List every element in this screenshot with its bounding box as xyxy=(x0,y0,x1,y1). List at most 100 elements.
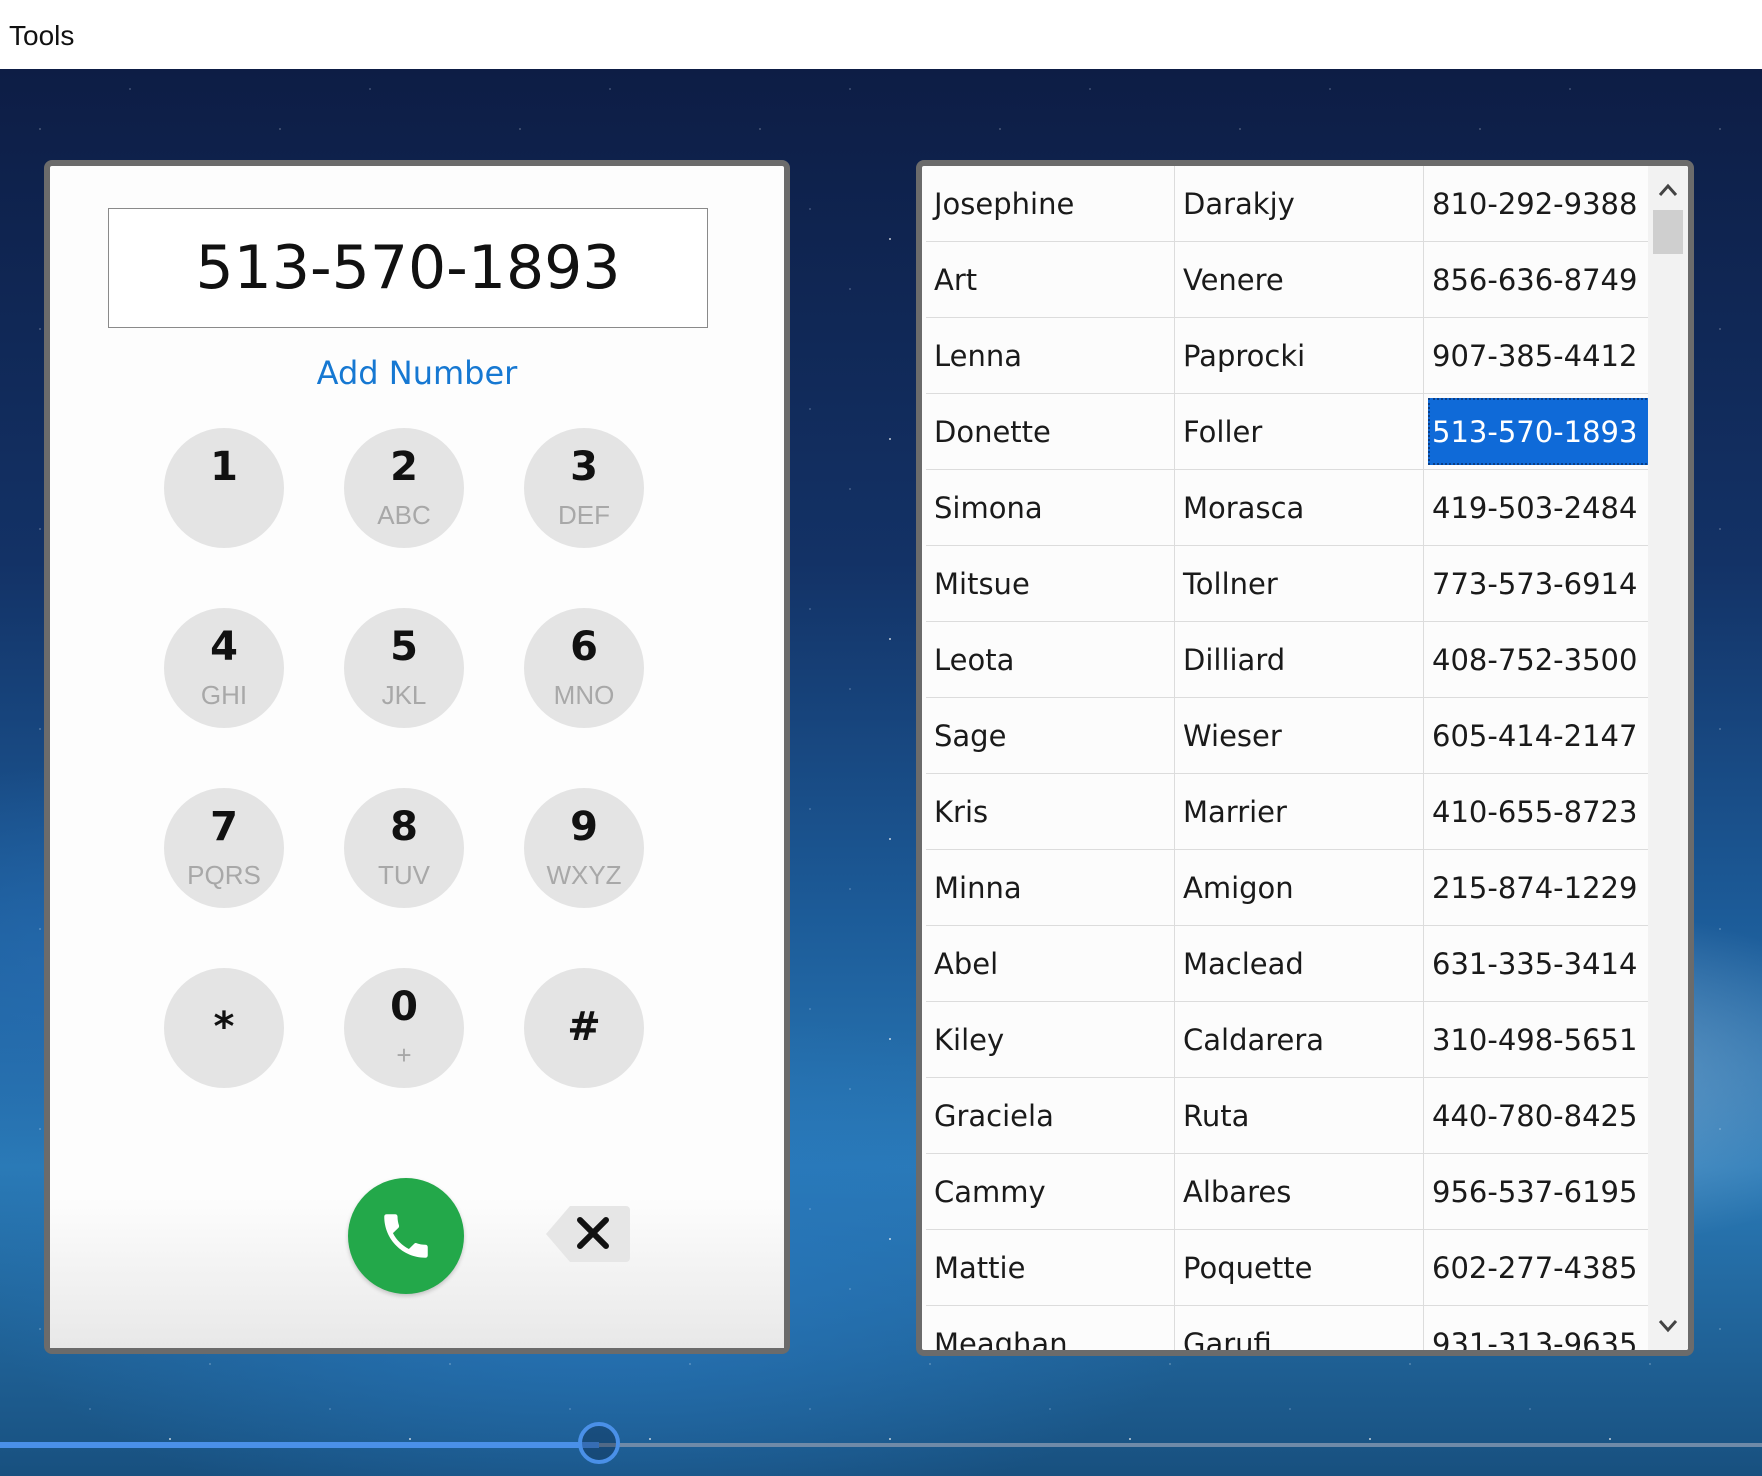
first-name-cell[interactable]: Josephine xyxy=(926,166,1175,241)
first-name-cell[interactable]: Meaghan xyxy=(926,1306,1175,1356)
vertical-scrollbar[interactable] xyxy=(1648,166,1688,1350)
backspace-button[interactable] xyxy=(544,1204,632,1264)
backspace-icon xyxy=(546,1206,630,1262)
last-name-cell[interactable]: Ruta xyxy=(1175,1078,1424,1153)
phone-cell[interactable]: 410-655-8723 xyxy=(1424,774,1651,849)
last-name-cell[interactable]: Marrier xyxy=(1175,774,1424,849)
last-name-cell[interactable]: Maclead xyxy=(1175,926,1424,1001)
key-4[interactable]: 4 GHI xyxy=(164,608,284,728)
key-0[interactable]: 0 + xyxy=(344,968,464,1088)
last-name-cell-text: Morasca xyxy=(1183,490,1305,525)
last-name-cell[interactable]: Amigon xyxy=(1175,850,1424,925)
phone-cell[interactable]: 440-780-8425 xyxy=(1424,1078,1651,1153)
key-5[interactable]: 5 JKL xyxy=(344,608,464,728)
first-name-cell[interactable]: Mattie xyxy=(926,1230,1175,1305)
key-2[interactable]: 2 ABC xyxy=(344,428,464,548)
first-name-cell[interactable]: Graciela xyxy=(926,1078,1175,1153)
first-name-cell[interactable]: Art xyxy=(926,242,1175,317)
first-name-cell[interactable]: Abel xyxy=(926,926,1175,1001)
first-name-cell[interactable]: Leota xyxy=(926,622,1175,697)
key-1[interactable]: 1 xyxy=(164,428,284,548)
table-row[interactable]: Josephine Darakjy 810-292-9388 xyxy=(926,166,1651,242)
table-row[interactable]: Meaghan Garufi 931-313-9635 xyxy=(926,1306,1651,1356)
first-name-cell[interactable]: Cammy xyxy=(926,1154,1175,1229)
scroll-thumb[interactable] xyxy=(1653,210,1683,254)
phone-cell[interactable]: 605-414-2147 xyxy=(1424,698,1651,773)
slider-thumb[interactable] xyxy=(578,1422,620,1464)
key-6[interactable]: 6 MNO xyxy=(524,608,644,728)
first-name-cell[interactable]: Simona xyxy=(926,470,1175,545)
add-number-link[interactable]: Add Number xyxy=(50,354,784,392)
key-digit: 7 xyxy=(210,804,238,850)
key-hash[interactable]: # xyxy=(524,968,644,1088)
phone-cell[interactable]: 310-498-5651 xyxy=(1424,1002,1651,1077)
last-name-cell[interactable]: Darakjy xyxy=(1175,166,1424,241)
first-name-cell-text: Josephine xyxy=(934,186,1075,221)
table-row[interactable]: Donette Foller 513-570-1893 xyxy=(926,394,1651,470)
key-letters: TUV xyxy=(378,860,430,890)
key-star[interactable]: * xyxy=(164,968,284,1088)
table-row[interactable]: Leota Dilliard 408-752-3500 xyxy=(926,622,1651,698)
key-9[interactable]: 9 WXYZ xyxy=(524,788,644,908)
table-row[interactable]: Minna Amigon 215-874-1229 xyxy=(926,850,1651,926)
last-name-cell[interactable]: Dilliard xyxy=(1175,622,1424,697)
table-row[interactable]: Mattie Poquette 602-277-4385 xyxy=(926,1230,1651,1306)
last-name-cell[interactable]: Poquette xyxy=(1175,1230,1424,1305)
last-name-cell-text: Albares xyxy=(1183,1174,1292,1209)
table-row[interactable]: Art Venere 856-636-8749 xyxy=(926,242,1651,318)
phone-icon xyxy=(384,1214,428,1258)
phone-cell[interactable]: 856-636-8749 xyxy=(1424,242,1651,317)
last-name-cell[interactable]: Morasca xyxy=(1175,470,1424,545)
table-row[interactable]: Cammy Albares 956-537-6195 xyxy=(926,1154,1651,1230)
table-row[interactable]: Kris Marrier 410-655-8723 xyxy=(926,774,1651,850)
first-name-cell[interactable]: Minna xyxy=(926,850,1175,925)
phone-cell[interactable]: 408-752-3500 xyxy=(1424,622,1651,697)
key-7[interactable]: 7 PQRS xyxy=(164,788,284,908)
last-name-cell[interactable]: Garufi xyxy=(1175,1306,1424,1350)
table-row[interactable]: Graciela Ruta 440-780-8425 xyxy=(926,1078,1651,1154)
menu-tools[interactable]: Tools xyxy=(9,20,74,52)
phone-cell[interactable]: 513-570-1893 xyxy=(1424,394,1651,469)
table-row[interactable]: Simona Morasca 419-503-2484 xyxy=(926,470,1651,546)
last-name-cell[interactable]: Wieser xyxy=(1175,698,1424,773)
last-name-cell[interactable]: Tollner xyxy=(1175,546,1424,621)
phone-cell[interactable]: 602-277-4385 xyxy=(1424,1230,1651,1305)
last-name-cell-text: Tollner xyxy=(1183,566,1278,601)
first-name-cell[interactable]: Lenna xyxy=(926,318,1175,393)
key-8[interactable]: 8 TUV xyxy=(344,788,464,908)
phone-cell-text: 419-503-2484 xyxy=(1432,490,1638,525)
first-name-cell[interactable]: Kris xyxy=(926,774,1175,849)
phone-cell[interactable]: 419-503-2484 xyxy=(1424,470,1651,545)
last-name-cell[interactable]: Venere xyxy=(1175,242,1424,317)
table-row[interactable]: Mitsue Tollner 773-573-6914 xyxy=(926,546,1651,622)
table-row[interactable]: Kiley Caldarera 310-498-5651 xyxy=(926,1002,1651,1078)
last-name-cell[interactable]: Albares xyxy=(1175,1154,1424,1229)
key-3[interactable]: 3 DEF xyxy=(524,428,644,548)
first-name-cell[interactable]: Donette xyxy=(926,394,1175,469)
last-name-cell[interactable]: Paprocki xyxy=(1175,318,1424,393)
first-name-cell-text: Meaghan xyxy=(934,1326,1068,1356)
table-row[interactable]: Lenna Paprocki 907-385-4412 xyxy=(926,318,1651,394)
phone-cell[interactable]: 810-292-9388 xyxy=(1424,166,1651,241)
first-name-cell[interactable]: Sage xyxy=(926,698,1175,773)
number-display[interactable]: 513-570-1893 xyxy=(108,208,708,328)
bottom-slider[interactable] xyxy=(0,1420,1762,1470)
table-row[interactable]: Sage Wieser 605-414-2147 xyxy=(926,698,1651,774)
first-name-cell[interactable]: Kiley xyxy=(926,1002,1175,1077)
first-name-cell-text: Minna xyxy=(934,870,1022,905)
scroll-up-button[interactable] xyxy=(1648,170,1688,210)
table-row[interactable]: Abel Maclead 631-335-3414 xyxy=(926,926,1651,1002)
first-name-cell[interactable]: Mitsue xyxy=(926,546,1175,621)
phone-cell[interactable]: 773-573-6914 xyxy=(1424,546,1651,621)
last-name-cell[interactable]: Caldarera xyxy=(1175,1002,1424,1077)
first-name-cell-text: Lenna xyxy=(934,338,1023,373)
phone-cell[interactable]: 215-874-1229 xyxy=(1424,850,1651,925)
phone-cell[interactable]: 931-313-9635 xyxy=(1424,1306,1651,1351)
last-name-cell[interactable]: Foller xyxy=(1175,394,1424,469)
phone-cell[interactable]: 907-385-4412 xyxy=(1424,318,1651,393)
phone-cell[interactable]: 956-537-6195 xyxy=(1424,1154,1651,1229)
first-name-cell-text: Graciela xyxy=(934,1098,1054,1133)
scroll-down-button[interactable] xyxy=(1648,1306,1688,1346)
call-button[interactable] xyxy=(348,1178,464,1294)
phone-cell[interactable]: 631-335-3414 xyxy=(1424,926,1651,1001)
